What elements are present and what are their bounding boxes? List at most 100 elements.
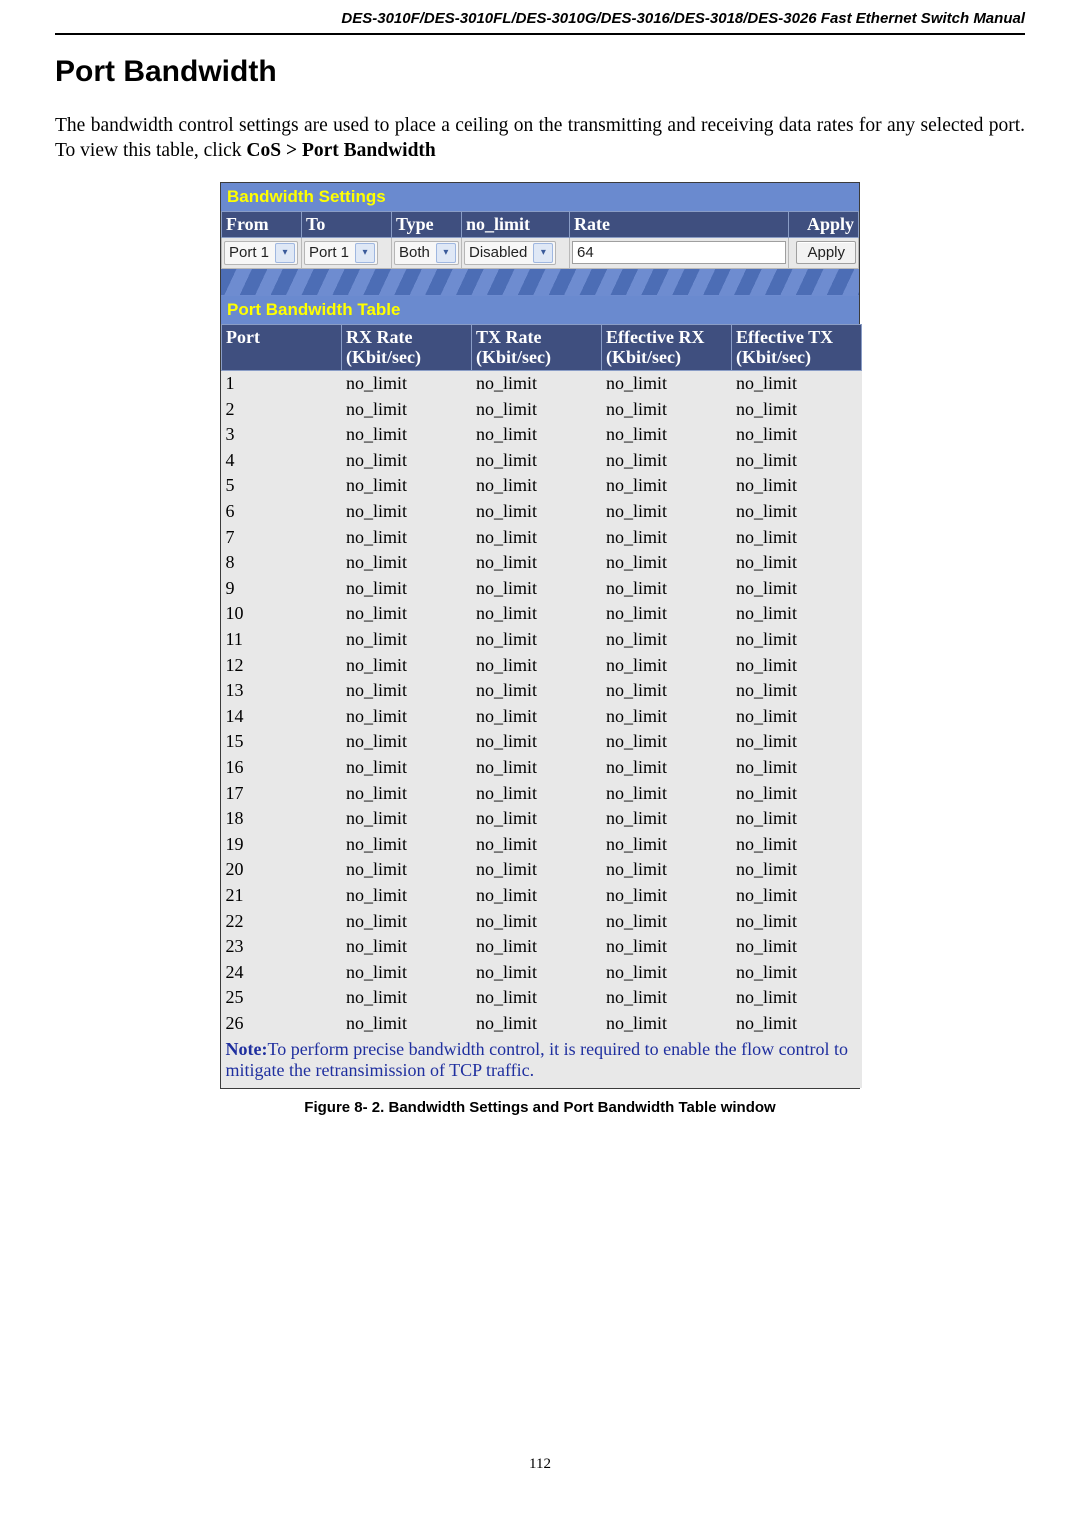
type-select[interactable]: Both ▾ (394, 241, 459, 265)
chevron-down-icon: ▾ (355, 243, 375, 263)
table-cell-port: 6 (222, 499, 342, 525)
table-cell-rx: no_limit (342, 371, 472, 397)
table-cell-port: 12 (222, 653, 342, 679)
table-row: 1no_limitno_limitno_limitno_limit (222, 371, 862, 397)
table-row: 26no_limitno_limitno_limitno_limit (222, 1011, 862, 1037)
table-cell-erx: no_limit (602, 397, 732, 423)
table-cell-erx: no_limit (602, 627, 732, 653)
from-select[interactable]: Port 1 ▾ (224, 241, 298, 265)
table-cell-erx: no_limit (602, 1011, 732, 1037)
bandwidth-note: Note:To perform precise bandwidth contro… (222, 1037, 862, 1088)
table-cell-port: 10 (222, 601, 342, 627)
table-cell-erx: no_limit (602, 781, 732, 807)
settings-table: From To Type no_limit Rate Apply Port 1 … (221, 211, 859, 269)
intro-path: CoS > Port Bandwidth (246, 140, 435, 161)
table-cell-tx: no_limit (472, 1011, 602, 1037)
table-cell-etx: no_limit (732, 397, 862, 423)
table-cell-port: 8 (222, 550, 342, 576)
table-cell-port: 9 (222, 576, 342, 602)
table-cell-tx: no_limit (472, 525, 602, 551)
table-cell-port: 14 (222, 704, 342, 730)
nolimit-select[interactable]: Disabled ▾ (464, 241, 556, 265)
table-cell-port: 18 (222, 806, 342, 832)
table-cell-erx: no_limit (602, 678, 732, 704)
table-cell-erx: no_limit (602, 832, 732, 858)
table-row: 4no_limitno_limitno_limitno_limit (222, 448, 862, 474)
table-cell-tx: no_limit (472, 909, 602, 935)
table-cell-port: 1 (222, 371, 342, 397)
table-cell-tx: no_limit (472, 473, 602, 499)
table-cell-etx: no_limit (732, 729, 862, 755)
table-cell-tx: no_limit (472, 960, 602, 986)
table-cell-port: 24 (222, 960, 342, 986)
table-cell-etx: no_limit (732, 525, 862, 551)
note-text: To perform precise bandwidth control, it… (226, 1039, 849, 1081)
table-cell-rx: no_limit (342, 857, 472, 883)
table-cell-rx: no_limit (342, 781, 472, 807)
table-cell-erx: no_limit (602, 499, 732, 525)
table-cell-tx: no_limit (472, 653, 602, 679)
table-cell-etx: no_limit (732, 832, 862, 858)
table-cell-erx: no_limit (602, 653, 732, 679)
table-cell-tx: no_limit (472, 985, 602, 1011)
table-row: 23no_limitno_limitno_limitno_limit (222, 934, 862, 960)
decorative-wave (221, 269, 859, 296)
settings-col-from: From (222, 211, 302, 237)
table-cell-tx: no_limit (472, 806, 602, 832)
to-select[interactable]: Port 1 ▾ (304, 241, 378, 265)
table-row: 6no_limitno_limitno_limitno_limit (222, 499, 862, 525)
table-cell-etx: no_limit (732, 678, 862, 704)
table-cell-tx: no_limit (472, 397, 602, 423)
table-cell-rx: no_limit (342, 550, 472, 576)
table-cell-erx: no_limit (602, 909, 732, 935)
bw-col-erx: Effective RX (Kbit/sec) (602, 324, 732, 370)
table-cell-port: 20 (222, 857, 342, 883)
table-cell-rx: no_limit (342, 934, 472, 960)
table-cell-tx: no_limit (472, 832, 602, 858)
table-cell-tx: no_limit (472, 755, 602, 781)
table-cell-port: 7 (222, 525, 342, 551)
table-cell-tx: no_limit (472, 601, 602, 627)
table-cell-rx: no_limit (342, 473, 472, 499)
table-cell-rx: no_limit (342, 806, 472, 832)
bw-col-rx: RX Rate (Kbit/sec) (342, 324, 472, 370)
figure-caption: Figure 8- 2. Bandwidth Settings and Port… (55, 1099, 1025, 1116)
table-cell-etx: no_limit (732, 499, 862, 525)
table-cell-tx: no_limit (472, 627, 602, 653)
table-cell-etx: no_limit (732, 704, 862, 730)
table-cell-erx: no_limit (602, 422, 732, 448)
table-cell-etx: no_limit (732, 755, 862, 781)
table-cell-etx: no_limit (732, 883, 862, 909)
table-cell-port: 26 (222, 1011, 342, 1037)
table-cell-rx: no_limit (342, 601, 472, 627)
table-cell-etx: no_limit (732, 781, 862, 807)
table-cell-erx: no_limit (602, 704, 732, 730)
table-cell-rx: no_limit (342, 499, 472, 525)
settings-col-apply: Apply (789, 211, 859, 237)
settings-col-type: Type (392, 211, 462, 237)
chevron-down-icon: ▾ (533, 243, 553, 263)
table-cell-rx: no_limit (342, 678, 472, 704)
table-cell-rx: no_limit (342, 832, 472, 858)
table-cell-etx: no_limit (732, 550, 862, 576)
apply-button[interactable]: Apply (796, 241, 856, 264)
table-cell-tx: no_limit (472, 550, 602, 576)
table-cell-etx: no_limit (732, 960, 862, 986)
table-cell-erx: no_limit (602, 934, 732, 960)
intro-paragraph: The bandwidth control settings are used … (55, 113, 1025, 164)
table-cell-etx: no_limit (732, 909, 862, 935)
rate-input[interactable]: 64 (572, 241, 786, 264)
table-cell-tx: no_limit (472, 883, 602, 909)
bw-col-etx: Effective TX (Kbit/sec) (732, 324, 862, 370)
table-cell-etx: no_limit (732, 627, 862, 653)
table-cell-port: 19 (222, 832, 342, 858)
table-cell-etx: no_limit (732, 448, 862, 474)
table-cell-rx: no_limit (342, 448, 472, 474)
type-select-value: Both (399, 244, 430, 261)
table-cell-tx: no_limit (472, 576, 602, 602)
table-cell-rx: no_limit (342, 525, 472, 551)
table-row: 16no_limitno_limitno_limitno_limit (222, 755, 862, 781)
table-cell-tx: no_limit (472, 729, 602, 755)
table-row: 14no_limitno_limitno_limitno_limit (222, 704, 862, 730)
settings-col-to: To (302, 211, 392, 237)
